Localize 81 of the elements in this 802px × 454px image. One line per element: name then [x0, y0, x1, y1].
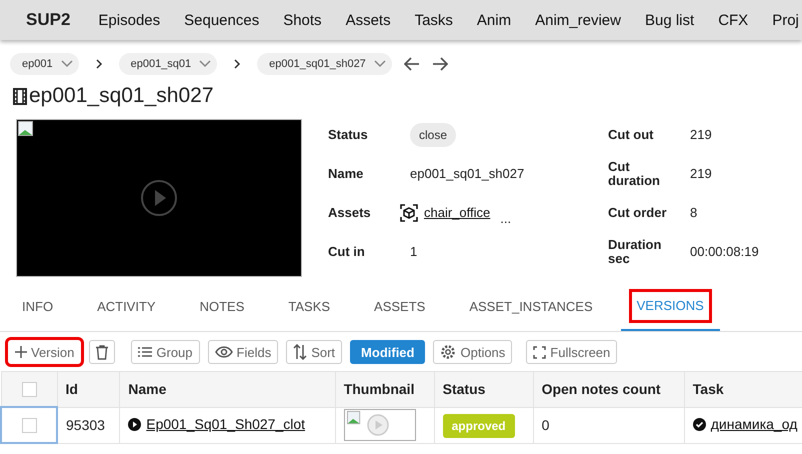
field-value: 1 [410, 244, 418, 259]
play-icon [366, 414, 389, 436]
tab[interactable]: ACTIVITY [81, 281, 172, 331]
breadcrumb-select[interactable]: ep001 [10, 53, 79, 75]
nav-link[interactable]: Tasks [414, 12, 453, 28]
cube-icon [400, 204, 418, 222]
fullscreen-button[interactable]: Fullscreen [526, 340, 618, 364]
nav-link[interactable]: Shots [283, 12, 322, 28]
column-header[interactable]: Name [120, 372, 336, 407]
broken-image-icon [18, 121, 34, 137]
eye-icon [214, 346, 233, 358]
field-label: Status [328, 127, 369, 142]
add-button[interactable]: Version [8, 340, 82, 364]
tab[interactable]: VERSIONS [620, 281, 720, 331]
table-cell: 95303 [66, 417, 105, 433]
field-value: 8 [690, 205, 698, 220]
nav-link[interactable]: Assets [346, 12, 391, 28]
field-value: 00:00:08:19 [690, 244, 759, 259]
broken-image-icon [346, 411, 361, 425]
status-badge: approved [442, 414, 515, 438]
status-chip: close [410, 122, 456, 146]
nav-link[interactable]: CFX [718, 12, 748, 28]
field-label: Name [328, 166, 364, 181]
list-icon [138, 347, 152, 357]
tab[interactable]: TASKS [272, 281, 346, 331]
fullscreen-icon [533, 346, 546, 358]
nav-link[interactable]: Episodes [98, 12, 160, 28]
plus-icon [15, 346, 27, 358]
tab[interactable]: ASSET_INSTANCES [453, 281, 609, 331]
trash-icon [96, 344, 108, 360]
nav-link[interactable]: Anim_review [535, 12, 621, 28]
nav-link[interactable]: Proj [772, 12, 799, 28]
more-text[interactable]: ... [500, 211, 512, 226]
tab[interactable]: NOTES [184, 281, 260, 331]
field-value: 219 [690, 166, 712, 181]
settings-icon [440, 344, 456, 360]
plain-button[interactable]: Modified [350, 340, 426, 364]
chevron-down-icon [374, 60, 386, 68]
field-label: Cut in [328, 244, 366, 259]
chevron-down-icon [60, 60, 73, 68]
delete-button[interactable] [89, 340, 116, 364]
nav-link[interactable]: Bug list [644, 12, 694, 28]
brand-logo[interactable]: SUP2 [26, 10, 70, 30]
asset-link[interactable]: chair_office [424, 205, 490, 220]
column-header[interactable]: Open notes count [533, 372, 684, 407]
video-player[interactable] [16, 119, 302, 277]
column-header[interactable]: Status [434, 372, 534, 407]
chevron-right-icon [233, 59, 242, 69]
field-label: Cut out [608, 128, 654, 142]
check-circle-icon [692, 418, 706, 431]
chevron-right-icon [94, 59, 103, 69]
field-label: Cut duration [608, 160, 661, 188]
field-value: ep001_sq01_sh027 [410, 166, 524, 181]
field-value: 219 [690, 127, 712, 142]
column-header[interactable]: Thumbnail [335, 372, 434, 407]
column-header[interactable]: Id [57, 372, 120, 407]
breadcrumb-select[interactable]: ep001_sq01_sh027 [257, 53, 392, 75]
row-checkbox[interactable] [22, 418, 36, 434]
options-button[interactable]: Options [433, 340, 512, 364]
breadcrumb-select[interactable]: ep001_sq01 [118, 53, 218, 75]
nav-link[interactable]: Sequences [184, 12, 260, 28]
play-icon[interactable] [128, 418, 142, 431]
sort-button[interactable]: Sort [286, 340, 342, 364]
fields-button[interactable]: Fields [208, 340, 278, 364]
page-title: ep001_sq01_sh027 [29, 84, 214, 108]
film-icon [13, 88, 27, 104]
group-button[interactable]: Group [131, 340, 200, 364]
chevron-down-icon [199, 60, 212, 68]
sort-icon [293, 344, 308, 360]
tab[interactable]: ASSETS [358, 281, 442, 331]
field-label: Cut order [608, 206, 668, 220]
field-label: Duration sec [608, 238, 662, 266]
field-label: Assets [328, 205, 372, 220]
thumbnail-player[interactable] [344, 409, 416, 441]
select-all-checkbox[interactable] [22, 382, 36, 398]
tab[interactable]: INFO [6, 281, 70, 331]
back-arrow-icon[interactable] [404, 57, 420, 71]
column-header[interactable]: Task [684, 372, 802, 407]
forward-arrow-icon[interactable] [432, 57, 448, 71]
nav-link[interactable]: Anim [476, 12, 512, 28]
table-cell: 0 [542, 417, 550, 433]
